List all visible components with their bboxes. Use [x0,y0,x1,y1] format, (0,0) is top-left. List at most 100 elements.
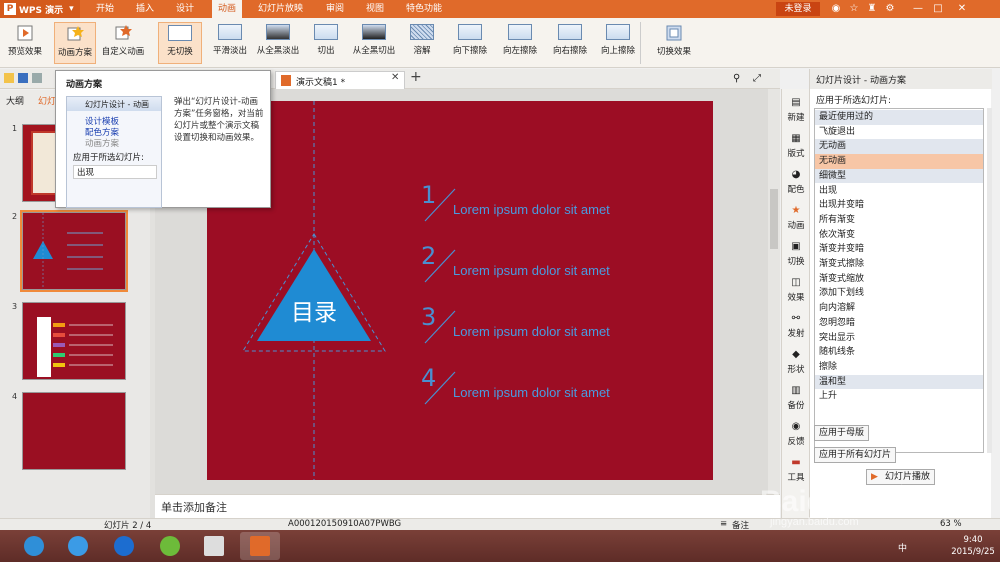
list-group-header[interactable]: 细微型 [815,168,983,184]
list-item[interactable]: 依次渐变 [815,228,983,243]
menu-home[interactable]: 开始 [90,0,120,18]
task-pane-title[interactable]: 幻灯片设计 - 动画方案 [810,69,992,89]
list-item[interactable]: 无动画 [815,154,983,169]
input-language[interactable]: 中 [898,541,907,554]
menu-design[interactable]: 设计 [170,0,200,18]
list-item[interactable]: 擦除 [815,360,983,375]
animation-list[interactable]: 最近使用过的 飞旋退出 无动画 无动画 细微型 出现 出现并变暗 所有渐变 依次渐变 渐变并变暗渐… [814,108,984,453]
transition-wipe-left[interactable]: 向左擦除 [496,22,544,64]
document-tab[interactable]: 演示文稿1 * [275,71,405,89]
list-item[interactable]: 出现 [815,184,983,199]
editor-scrollbar[interactable] [768,89,780,494]
open-icon[interactable] [4,73,14,83]
transition-smooth-fade[interactable]: 平滑淡出 [208,22,252,64]
list-item[interactable]: 渐变式擦除 [815,257,983,272]
strip-animation[interactable]: ★ 动画 [782,205,810,231]
scroll-thumb[interactable] [770,189,778,249]
preview-effect-button[interactable]: 预览效果 [4,22,46,64]
app-menu-button[interactable]: P WPS 演示 ▾ [0,0,80,18]
strip-send[interactable]: ⚯ 发射 [782,313,810,339]
strip-tools[interactable]: ▬ 工具 [782,457,810,483]
toc-text-3[interactable]: Lorem ipsum dolor sit amet [453,324,610,339]
menu-insert[interactable]: 插入 [130,0,160,18]
list-item[interactable]: 渐变并变暗 [815,242,983,257]
tab-outline[interactable]: 大纲 [6,94,24,107]
skin-icon[interactable]: ◉ [830,3,842,15]
list-item[interactable]: 出现并变暗 [815,198,983,213]
utorrent-icon[interactable] [150,532,190,560]
star-icon[interactable]: ☆ [848,3,860,15]
list-item[interactable]: 忽明忽暗 [815,316,983,331]
strip-color[interactable]: ◕ 配色 [782,169,810,195]
list-item[interactable]: 上升 [815,389,983,404]
slide-thumbnail-4[interactable] [22,392,126,470]
slide-thumbnail-3[interactable] [22,302,126,380]
transition-wipe-right[interactable]: 向右擦除 [546,22,594,64]
transition-dissolve[interactable]: 溶解 [400,22,444,64]
animation-list-scrollbar[interactable] [987,108,992,453]
toc-text-1[interactable]: Lorem ipsum dolor sit amet [453,202,610,217]
transition-cut-black[interactable]: 从全黑切出 [350,22,398,64]
list-group-header[interactable]: 无动画 [815,139,983,155]
system-clock[interactable]: 9:40 2015/9/25 [946,534,1000,558]
ie-browser-icon[interactable] [58,532,98,560]
strip-new[interactable]: ▤ 新建 [782,97,810,123]
slideshow-button[interactable]: ▶ 幻灯片播放 [866,469,936,485]
menu-animation[interactable]: 动画 [212,0,243,18]
toc-text-4[interactable]: Lorem ipsum dolor sit amet [453,385,610,400]
slide-canvas[interactable]: 目录 1 Lorem ipsum dolor sit amet 2 Lorem … [207,101,713,480]
list-group-header[interactable]: 最近使用过的 [815,110,983,125]
strip-effect[interactable]: ◫ 效果 [782,277,810,303]
strip-backup[interactable]: ▥ 备份 [782,385,810,411]
list-item[interactable]: 添加下划线 [815,286,983,301]
strip-feedback[interactable]: ◉ 反馈 [782,421,810,447]
menu-features[interactable]: 特色功能 [400,0,448,18]
login-button[interactable]: 未登录 [776,2,820,16]
list-item[interactable]: 所有渐变 [815,213,983,228]
close-tab-icon[interactable]: ✕ [391,72,399,83]
transition-cut[interactable]: 切出 [304,22,348,64]
wps-presentation-icon[interactable] [240,532,280,560]
transition-none[interactable]: 无切换 [158,22,202,64]
menu-slideshow[interactable]: 幻灯片放映 [252,0,309,18]
list-item[interactable]: 向内溶解 [815,301,983,316]
transition-wipe-up[interactable]: 向上擦除 [594,22,642,64]
zoom-level[interactable]: 63 % [940,519,962,529]
maximize-icon[interactable]: □ [932,3,944,15]
save-icon[interactable] [18,73,28,83]
transition-wipe-down[interactable]: 向下擦除 [446,22,494,64]
apply-master-button[interactable]: 应用于母版 [814,425,870,441]
transition-gallery-scroll[interactable] [640,22,650,64]
qq-browser-icon[interactable] [14,532,54,560]
list-item[interactable]: 随机线条 [815,345,983,360]
list-item[interactable]: 突出显示 [815,331,983,346]
minimize-icon[interactable]: — [912,3,924,15]
menu-view[interactable]: 视图 [360,0,390,18]
strip-layout[interactable]: ▦ 版式 [782,133,810,159]
strip-shape[interactable]: ◆ 形状 [782,349,810,375]
list-group-header[interactable]: 温和型 [815,374,983,390]
pin-icon[interactable]: ⚲ [733,73,740,84]
menu-review[interactable]: 审阅 [320,0,350,18]
new-tab-icon[interactable]: + [410,69,422,85]
switch-effect-button[interactable]: 切换效果 [654,22,694,64]
slide-title[interactable]: 目录 [277,293,351,327]
maximize-pane-icon[interactable]: ⤢ [753,73,761,84]
apply-all-button[interactable]: 应用于所有幻灯片 [814,447,897,463]
settings-icon[interactable]: ⚙ [884,3,896,15]
custom-animation-button[interactable]: 自定义动画 [98,22,148,64]
list-item[interactable]: 飞旋退出 [815,125,983,140]
notes-area[interactable]: 单击添加备注 [155,494,780,518]
print-icon[interactable] [32,73,42,83]
safari-icon[interactable] [104,532,144,560]
list-item[interactable]: 渐变式缩放 [815,272,983,287]
ppt-window-icon[interactable] [194,532,234,560]
slide-thumbnail-2[interactable] [20,210,128,292]
animation-scheme-button[interactable]: 动画方案 [54,22,96,64]
shirt-icon[interactable]: ♜ [866,3,878,15]
strip-transition[interactable]: ▣ 切换 [782,241,810,267]
notes-toggle-icon[interactable]: ≡ [720,519,727,529]
close-icon[interactable]: ✕ [956,3,968,15]
transition-fade-black[interactable]: 从全黑淡出 [254,22,302,64]
toc-text-2[interactable]: Lorem ipsum dolor sit amet [453,263,610,278]
